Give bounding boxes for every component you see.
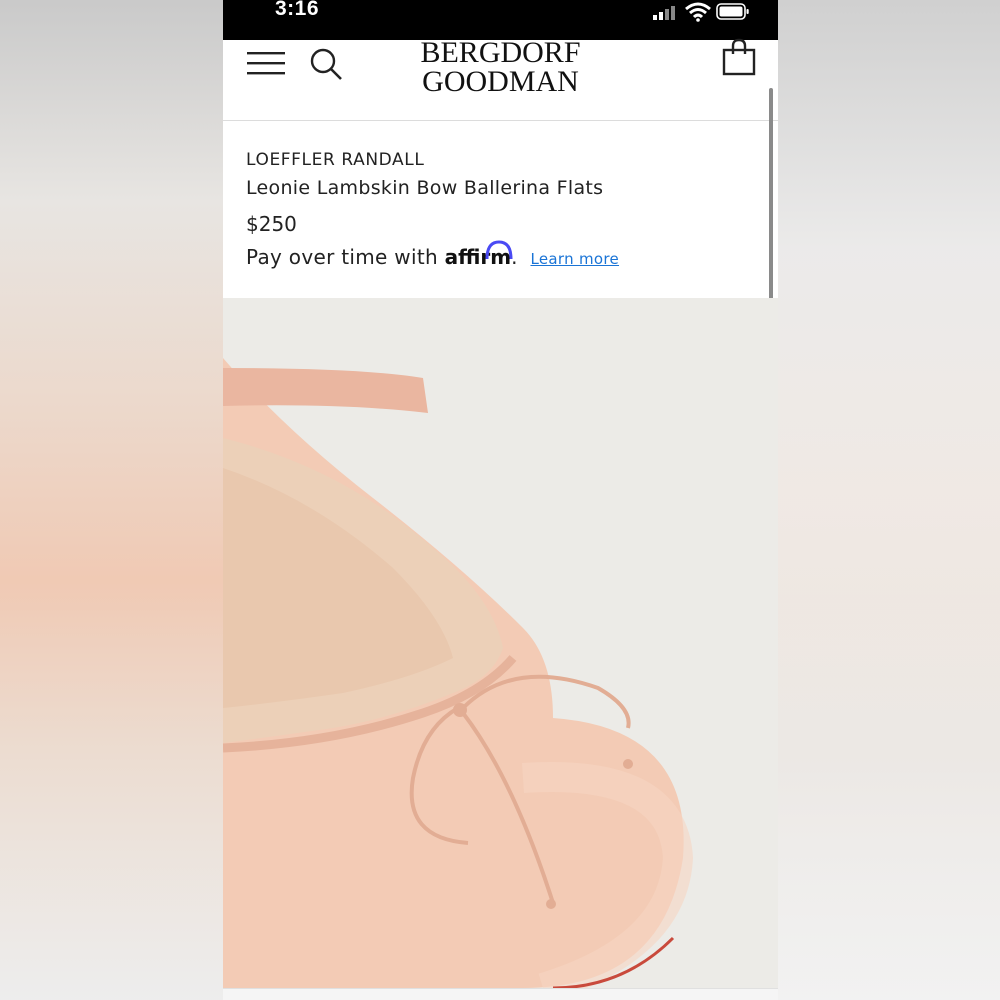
scrollbar[interactable] xyxy=(769,88,773,318)
cellular-signal-icon xyxy=(653,6,675,20)
battery-icon xyxy=(716,3,749,20)
logo-line-1: BERGDORF xyxy=(420,36,581,69)
background-blur-right xyxy=(777,0,1000,1000)
product-name: Leonie Lambskin Bow Ballerina Flats xyxy=(246,177,604,199)
learn-more-link[interactable]: Learn more xyxy=(530,250,619,268)
product-image[interactable] xyxy=(223,298,778,988)
shopping-bag-icon[interactable] xyxy=(721,38,757,78)
bergdorf-goodman-logo[interactable]: BERGDORF GOODMAN xyxy=(223,36,778,98)
bottom-toolbar xyxy=(223,988,778,1000)
product-brand[interactable]: LOEFFLER RANDALL xyxy=(246,150,424,170)
status-time: 3:16 xyxy=(275,0,320,20)
product-info: LOEFFLER RANDALL Leonie Lambskin Bow Bal… xyxy=(223,121,778,298)
affirm-arc-icon xyxy=(485,240,513,260)
logo-line-2: GOODMAN xyxy=(422,65,579,98)
status-bar: 3:16 xyxy=(223,0,778,40)
phone-screen: 3:16 BERGDORF GOODMAN LOEFFLER RANDALL L… xyxy=(223,0,778,1000)
site-header: BERGDORF GOODMAN xyxy=(223,36,778,121)
pay-over-time-text: Pay over time with xyxy=(246,245,438,269)
product-price: $250 xyxy=(246,212,297,236)
background-blur-left xyxy=(0,0,223,1000)
wifi-icon xyxy=(685,2,711,22)
affirm-logo: affirm xyxy=(445,240,513,269)
affirm-financing-line: Pay over time with affirm. Learn more xyxy=(246,240,619,269)
ballet-flat-image xyxy=(223,298,778,988)
